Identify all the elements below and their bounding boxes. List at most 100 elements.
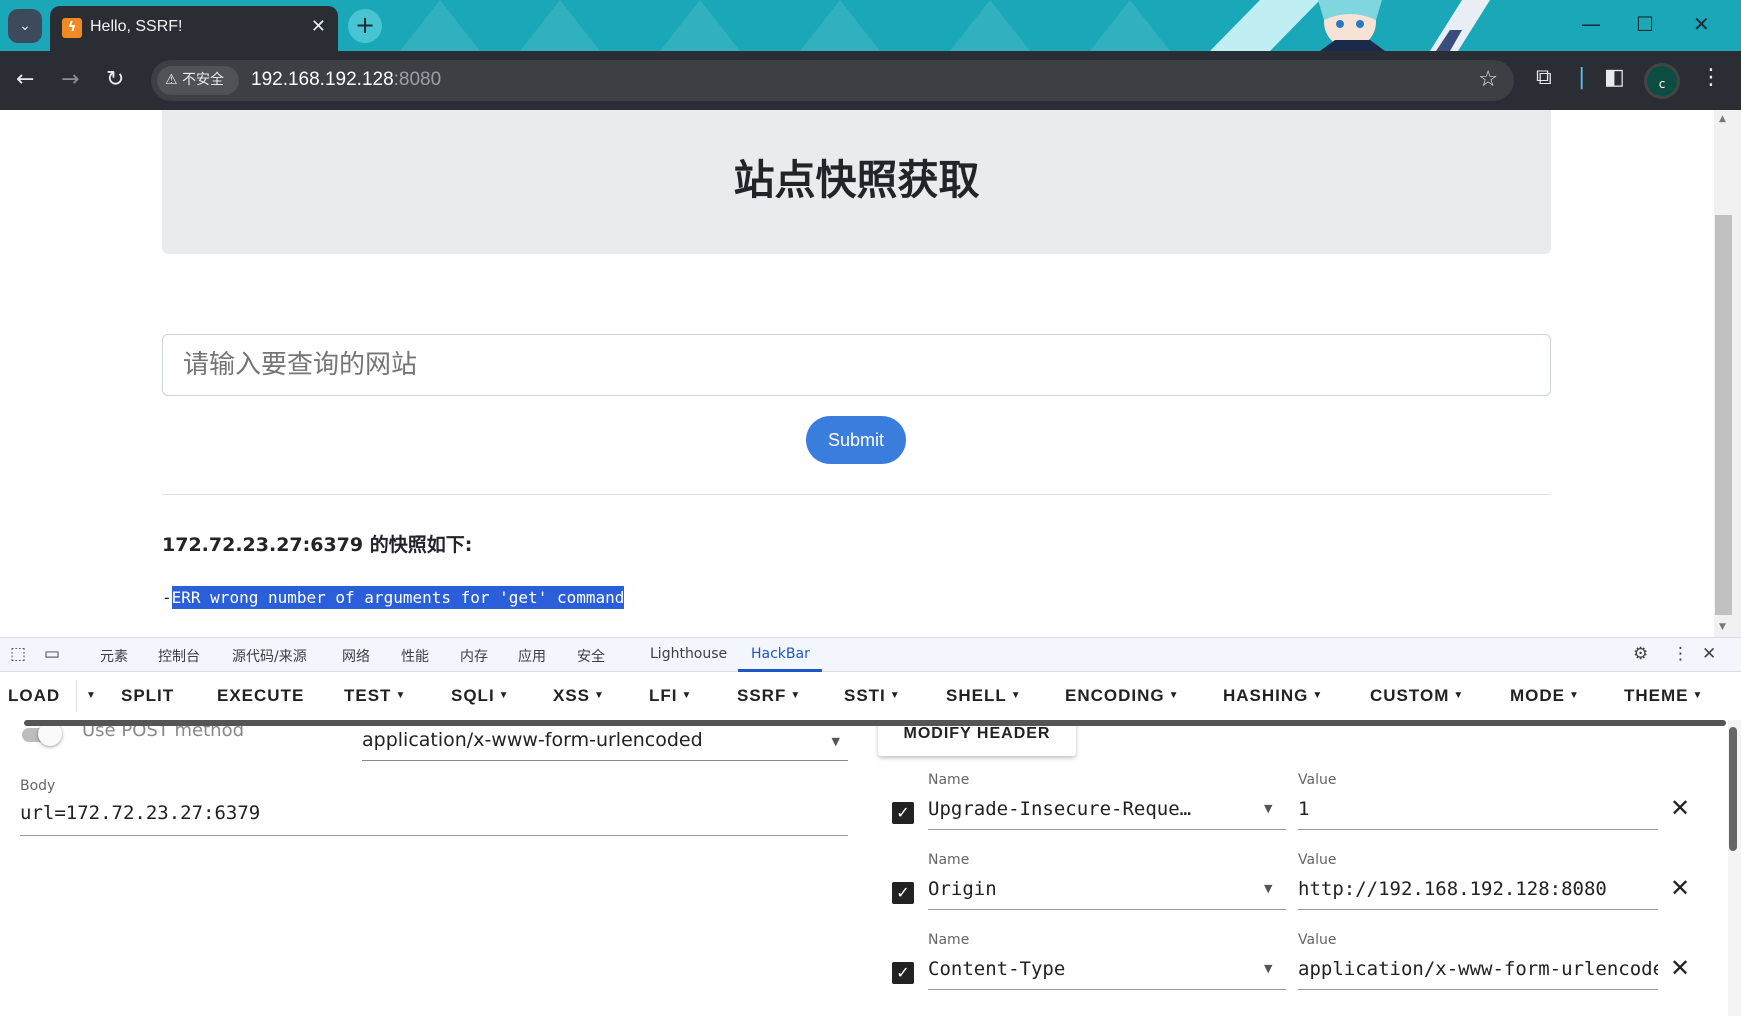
delete-header-icon[interactable]: ✕ (1670, 954, 1690, 982)
ssrf-menu[interactable]: SSRF ▼ (737, 686, 801, 706)
scroll-up-icon[interactable]: ▲ (1719, 114, 1726, 124)
modify-header-button[interactable]: MODIFY HEADER (878, 726, 1076, 756)
lfi-menu[interactable]: LFI ▼ (649, 686, 692, 706)
header-name-input[interactable]: Upgrade-Insecure-Reque… (928, 792, 1286, 830)
header-name-input[interactable]: Content-Type (928, 952, 1286, 990)
site-url-input[interactable] (162, 334, 1551, 396)
caret-icon[interactable]: ▼ (1264, 882, 1272, 895)
hackbar-body: Use POST method application/x-www-form-u… (0, 726, 1728, 1016)
header-value-input[interactable]: 1 (1298, 792, 1658, 830)
bookmark-star-icon[interactable]: ☆ (1478, 67, 1498, 92)
address-bar[interactable]: ⚠ 不安全 192.168.192.128:8080 ☆ (151, 60, 1514, 101)
xss-menu[interactable]: XSS ▼ (553, 686, 605, 706)
tab-sources[interactable]: 源代码/来源 (232, 646, 307, 666)
reload-icon[interactable]: ↻ (106, 67, 124, 92)
header-enabled-checkbox[interactable]: ✓ (892, 962, 914, 984)
header-row: ✓ Name Upgrade-Insecure-Reque… ▼ Value 1… (890, 772, 1690, 844)
security-chip[interactable]: ⚠ 不安全 (157, 66, 239, 95)
divider (162, 494, 1551, 495)
test-label: TEST (344, 686, 392, 705)
hashing-menu[interactable]: HASHING ▼ (1223, 686, 1323, 706)
tab-hello-ssrf[interactable]: ϟ Hello, SSRF! ✕ (50, 6, 338, 51)
sqli-label: SQLI (451, 686, 495, 705)
custom-menu[interactable]: CUSTOM ▼ (1370, 686, 1464, 706)
decorative-pattern (1090, 0, 1170, 51)
delete-header-icon[interactable]: ✕ (1670, 874, 1690, 902)
devtools-tab-bar: ⬚ ▭ 元素 控制台 源代码/来源 网络 性能 内存 应用 安全 Lightho… (0, 637, 1741, 672)
body-textarea[interactable]: url=172.72.23.27:6379 (20, 798, 848, 836)
back-icon[interactable]: ← (16, 67, 34, 92)
tab-console[interactable]: 控制台 (158, 646, 200, 666)
enctype-select[interactable]: application/x-www-form-urlencoded ▼ (362, 729, 848, 761)
extensions-icon[interactable]: ⧉ (1536, 65, 1552, 90)
caret-icon[interactable]: ▼ (1264, 802, 1272, 815)
inspect-element-icon[interactable]: ⬚ (10, 644, 26, 664)
body-label: Body (20, 778, 56, 794)
devtools-panel: ⬚ ▭ 元素 控制台 源代码/来源 网络 性能 内存 应用 安全 Lightho… (0, 637, 1741, 1016)
caret-icon: ▼ (831, 735, 840, 748)
hackbar-scrollbar-thumb[interactable] (1729, 727, 1737, 851)
tab-search-button[interactable]: ⌄ (8, 9, 42, 43)
tab-elements[interactable]: 元素 (100, 646, 128, 666)
page-viewport: 站点快照获取 Submit 172.72.23.27:6379 的快照如下: -… (0, 110, 1741, 637)
page-scrollbar-thumb[interactable] (1715, 215, 1732, 615)
tab-application[interactable]: 应用 (518, 646, 546, 666)
forward-icon[interactable]: → (61, 67, 79, 92)
tab-performance[interactable]: 性能 (401, 646, 429, 666)
header-value-label: Value (1298, 852, 1337, 868)
tab-memory[interactable]: 内存 (460, 646, 488, 666)
scroll-down-icon[interactable]: ▼ (1719, 622, 1726, 632)
sqli-menu[interactable]: SQLI ▼ (451, 686, 510, 706)
tab-network[interactable]: 网络 (342, 646, 370, 666)
close-devtools-icon[interactable]: ✕ (1702, 644, 1716, 664)
side-panel-icon[interactable]: ◧ (1604, 65, 1625, 90)
tab-security[interactable]: 安全 (577, 646, 605, 666)
close-tab-icon[interactable]: ✕ (311, 16, 326, 37)
tab-hackbar[interactable]: HackBar (751, 646, 810, 662)
theme-label: THEME (1624, 686, 1689, 705)
post-method-toggle-knob[interactable] (38, 726, 62, 746)
caret-icon: ▼ (790, 690, 802, 701)
result-prefix: - (162, 588, 172, 607)
header-value-input[interactable]: http://192.168.192.128:8080 (1298, 872, 1658, 910)
avatar[interactable]: c (1644, 63, 1680, 99)
decorative-pattern (520, 0, 600, 51)
shell-menu[interactable]: SHELL ▼ (946, 686, 1022, 706)
devtools-more-icon[interactable]: ⋮ (1672, 644, 1689, 664)
menu-separator (76, 680, 77, 712)
tab-lighthouse[interactable]: Lighthouse (650, 646, 727, 662)
load-button[interactable]: LOAD (8, 686, 60, 706)
ssti-menu[interactable]: SSTI ▼ (844, 686, 901, 706)
header-enabled-checkbox[interactable]: ✓ (892, 802, 914, 824)
decorative-pattern (800, 0, 880, 51)
caret-icon: ▼ (1312, 690, 1324, 701)
encoding-menu[interactable]: ENCODING ▼ (1065, 686, 1180, 706)
theme-menu[interactable]: THEME ▼ (1624, 686, 1703, 706)
header-name-input[interactable]: Origin (928, 872, 1286, 910)
device-toolbar-icon[interactable]: ▭ (44, 644, 60, 664)
url-text[interactable]: 192.168.192.128:8080 (251, 69, 441, 91)
split-button[interactable]: SPLIT (121, 686, 174, 706)
execute-button[interactable]: EXECUTE (217, 686, 304, 706)
load-dropdown-icon[interactable]: ▼ (82, 686, 97, 706)
hero-banner: 站点快照获取 (162, 110, 1551, 254)
minimize-icon[interactable]: — (1581, 12, 1601, 36)
caret-icon: ▼ (395, 690, 407, 701)
result-heading: 172.72.23.27:6379 的快照如下: (162, 534, 473, 556)
theme-artwork (1210, 0, 1490, 51)
custom-label: CUSTOM (1370, 686, 1450, 705)
caret-icon[interactable]: ▼ (1264, 962, 1272, 975)
delete-header-icon[interactable]: ✕ (1670, 794, 1690, 822)
gear-icon[interactable]: ⚙ (1633, 644, 1648, 664)
test-menu[interactable]: TEST ▼ (344, 686, 406, 706)
mode-menu[interactable]: MODE ▼ (1510, 686, 1580, 706)
more-menu-icon[interactable]: ⋮ (1700, 65, 1722, 90)
submit-button[interactable]: Submit (806, 416, 906, 464)
maximize-icon[interactable]: ☐ (1636, 12, 1654, 36)
new-tab-button[interactable]: + (348, 9, 382, 43)
header-enabled-checkbox[interactable]: ✓ (892, 882, 914, 904)
header-row: ✓ Name Content-Type ▼ Value application/… (890, 932, 1690, 1004)
header-value-input[interactable]: application/x-www-form-urlencoded (1298, 952, 1658, 990)
window-close-icon[interactable]: ✕ (1693, 12, 1710, 36)
header-name-label: Name (928, 852, 970, 868)
